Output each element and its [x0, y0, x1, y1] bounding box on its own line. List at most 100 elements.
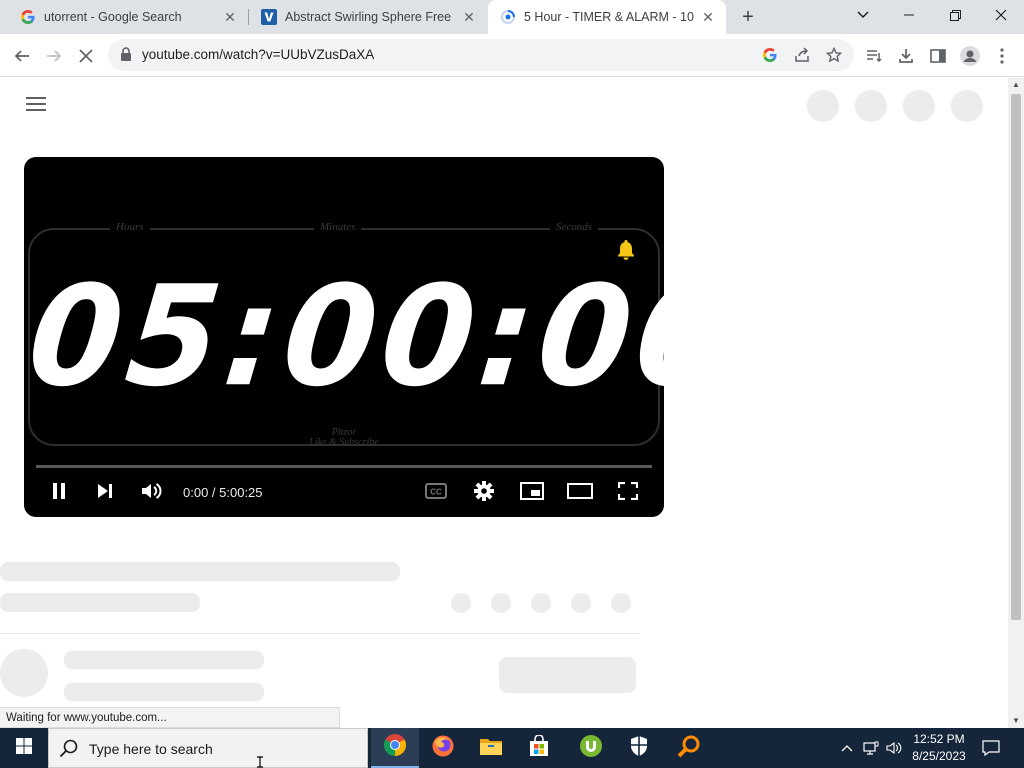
google-g-icon — [20, 9, 36, 25]
captions-icon: CC — [425, 482, 447, 504]
scroll-thumb[interactable] — [1011, 94, 1021, 620]
timer-display: 05:00:00 — [24, 256, 664, 418]
volume-button[interactable] — [134, 478, 170, 508]
reading-list-icon[interactable] — [860, 42, 888, 70]
frame-bottom-line2: Like & Subscribe — [309, 437, 379, 448]
tab-strip: utorrent - Google Search ✕ Abstract Swir… — [0, 0, 1024, 34]
placeholder-circle — [903, 90, 935, 122]
theater-mode-button[interactable] — [562, 478, 598, 508]
search-placeholder: Type here to search — [89, 741, 213, 757]
share-icon[interactable] — [792, 45, 812, 65]
hours-label: Hours — [110, 221, 150, 233]
skeleton-subscribe-button — [499, 657, 636, 693]
divider — [0, 633, 640, 634]
stop-loading-icon[interactable] — [72, 42, 100, 70]
skeleton-action-dot — [451, 593, 471, 613]
skeleton-line — [64, 683, 264, 701]
placeholder-circle — [855, 90, 887, 122]
taskbar-utorrent[interactable] — [567, 728, 615, 768]
fullscreen-icon — [617, 481, 639, 505]
settings-gear-icon — [473, 480, 495, 507]
tab-google-search[interactable]: utorrent - Google Search ✕ — [8, 0, 248, 34]
forward-arrow-icon[interactable] — [40, 42, 68, 70]
placeholder-circle — [951, 90, 983, 122]
close-tab-icon[interactable]: ✕ — [700, 9, 716, 26]
show-hidden-icons-chevron-icon[interactable] — [838, 738, 856, 758]
clock-date: 8/25/2023 — [912, 749, 966, 763]
vecteezy-v-icon — [261, 9, 277, 25]
fullscreen-button[interactable] — [610, 478, 646, 508]
skeleton-action-dot — [531, 593, 551, 613]
skeleton-avatar — [0, 649, 48, 697]
placeholder-circle — [807, 90, 839, 122]
close-tab-icon[interactable]: ✕ — [461, 9, 477, 26]
scroll-down-arrow-icon[interactable]: ▼ — [1008, 714, 1024, 728]
download-icon[interactable] — [892, 42, 920, 70]
volume-icon — [141, 482, 163, 505]
taskbar-microsoft-store[interactable] — [515, 728, 563, 768]
settings-button[interactable] — [466, 478, 502, 508]
video-player[interactable]: Hours Minutes Seconds Pltzor Like & Subs… — [24, 157, 664, 517]
scroll-up-arrow-icon[interactable]: ▲ — [1008, 78, 1024, 92]
lock-icon[interactable] — [120, 47, 132, 66]
next-icon — [96, 483, 114, 504]
bookmark-star-icon[interactable] — [824, 45, 844, 65]
restore-icon[interactable] — [932, 0, 978, 30]
shield-icon — [629, 735, 649, 762]
microsoft-store-icon — [528, 733, 550, 762]
minutes-label: Minutes — [314, 221, 362, 233]
tab-timer-video[interactable]: 5 Hour - TIMER & ALARM - 1080 ✕ — [488, 0, 726, 34]
profile-avatar-icon[interactable] — [956, 42, 984, 70]
system-clock[interactable]: 12:52 PM 8/25/2023 — [904, 731, 974, 765]
minimize-icon[interactable] — [886, 0, 932, 30]
taskbar-security[interactable] — [615, 728, 663, 768]
loading-spinner-icon — [500, 9, 516, 25]
close-window-icon[interactable] — [978, 0, 1024, 30]
next-button[interactable] — [87, 478, 123, 508]
seconds-label: Seconds — [550, 221, 599, 233]
taskbar-chrome[interactable] — [371, 728, 419, 768]
search-app-icon — [677, 734, 701, 763]
tab-abstract-sphere[interactable]: Abstract Swirling Sphere Free Mo ✕ — [249, 0, 487, 34]
close-tab-icon[interactable]: ✕ — [222, 9, 238, 26]
taskbar-search-box[interactable]: Type here to search — [48, 728, 368, 768]
file-explorer-icon — [479, 736, 503, 761]
tab-title: Abstract Swirling Sphere Free Mo — [285, 10, 455, 24]
skeleton-line — [64, 651, 264, 669]
back-arrow-icon[interactable] — [8, 42, 36, 70]
screen: utorrent - Google Search ✕ Abstract Swir… — [0, 0, 1024, 768]
taskbar-firefox[interactable] — [419, 728, 467, 768]
network-icon[interactable] — [862, 738, 880, 758]
new-tab-button[interactable]: + — [737, 6, 759, 28]
google-lens-g-icon[interactable] — [760, 45, 780, 65]
timer-digits: 05:00:00 — [24, 256, 664, 418]
utorrent-icon — [579, 734, 603, 763]
page-scrollbar[interactable]: ▲ ▼ — [1008, 78, 1024, 728]
url-text[interactable]: youtube.com/watch?v=UUbVZusDaXA — [142, 47, 374, 62]
side-panel-icon[interactable] — [924, 42, 952, 70]
windows-logo-icon — [16, 737, 32, 759]
hamburger-menu-icon[interactable] — [26, 97, 46, 115]
skeleton-title — [0, 562, 400, 581]
tab-search-chevron-icon[interactable] — [840, 0, 886, 30]
time-readout: 0:00 / 5:00:25 — [183, 485, 263, 500]
progress-bar[interactable] — [36, 465, 652, 468]
volume-tray-icon[interactable] — [885, 738, 903, 758]
taskbar-file-explorer[interactable] — [467, 728, 515, 768]
notification-center-icon[interactable] — [982, 738, 1000, 758]
firefox-icon — [431, 734, 455, 763]
miniplayer-button[interactable] — [514, 478, 550, 508]
windows-taskbar: Type here to search 12:52 PM 8/25/2023 — [0, 728, 1024, 768]
address-bar[interactable]: youtube.com/watch?v=UUbVZusDaXA — [108, 39, 854, 71]
svg-text:CC: CC — [430, 487, 442, 496]
start-button[interactable] — [0, 728, 48, 768]
taskbar-search-app[interactable] — [665, 728, 713, 768]
pause-button[interactable] — [41, 478, 77, 508]
captions-button[interactable]: CC — [418, 478, 454, 508]
search-icon — [59, 738, 79, 763]
skeleton-channel — [0, 593, 200, 612]
frame-bottom-text: Pltzor Like & Subscribe — [24, 428, 664, 448]
theater-mode-icon — [567, 482, 593, 504]
skeleton-action-dot — [571, 593, 591, 613]
kebab-menu-icon[interactable] — [988, 42, 1016, 70]
